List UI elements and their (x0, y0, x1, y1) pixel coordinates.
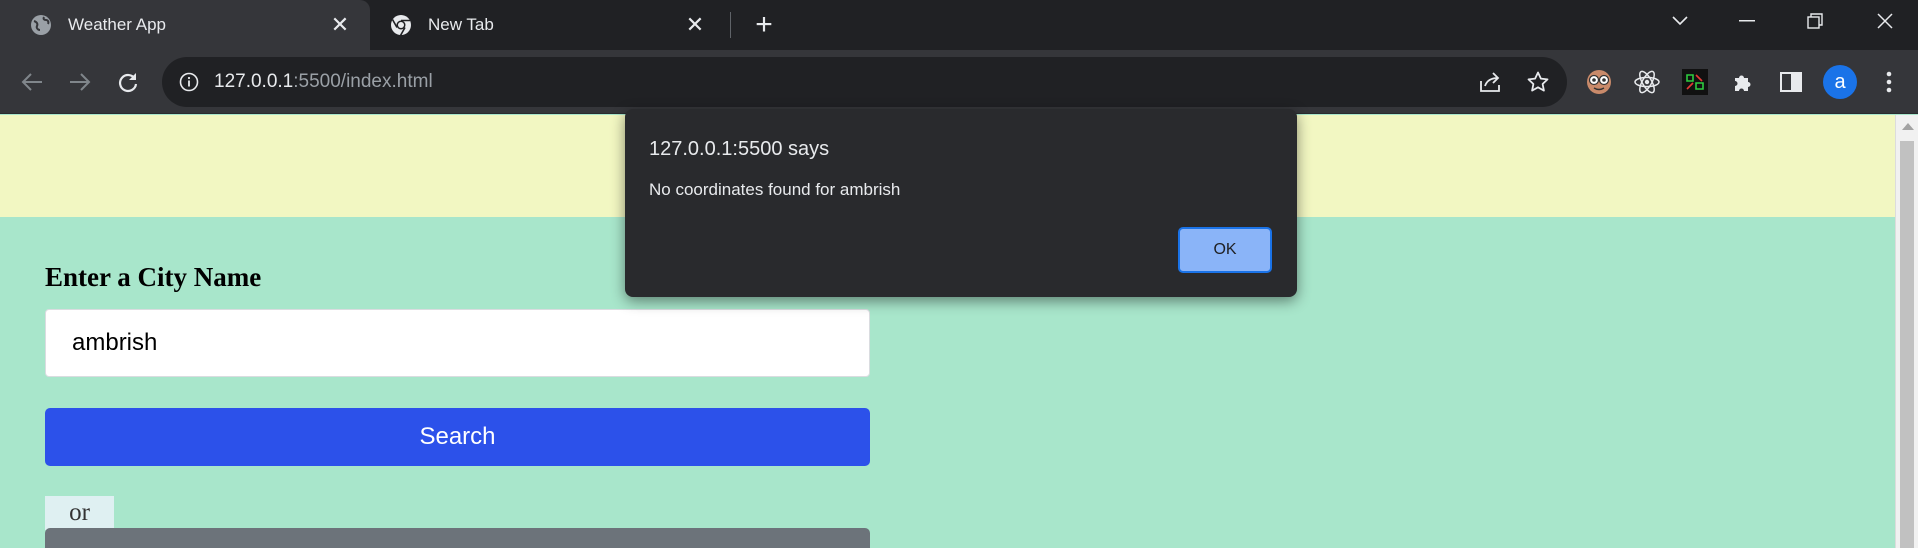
reload-icon[interactable] (108, 62, 148, 102)
tab-title: New Tab (428, 15, 494, 34)
globe-icon (30, 14, 52, 36)
extension-badge-icon[interactable] (1676, 63, 1714, 101)
extensions-puzzle-icon[interactable] (1724, 63, 1762, 101)
close-tab-icon[interactable]: ✕ (680, 10, 710, 40)
tab-weather-app[interactable]: Weather App ✕ (0, 0, 370, 50)
alert-message: No coordinates found for ambrish (649, 180, 901, 199)
close-window-icon[interactable] (1855, 0, 1915, 42)
close-tab-icon[interactable]: ✕ (325, 10, 355, 40)
scroll-up-arrow-icon[interactable] (1902, 123, 1914, 130)
site-info-icon[interactable] (178, 71, 200, 93)
new-tab-plus-icon[interactable]: + (745, 6, 783, 44)
tab-new-tab[interactable]: New Tab ✕ (375, 0, 725, 50)
or-separator: or (45, 496, 114, 530)
address-bar[interactable]: 127.0.0.1:5500/index.html (162, 57, 1567, 107)
extension-face-icon[interactable] (1580, 63, 1618, 101)
browser-tab-strip: Weather App ✕ New Tab ✕ + (0, 0, 1918, 50)
back-arrow-icon[interactable] (12, 62, 52, 102)
tab-search-chevron-icon[interactable] (1650, 0, 1710, 42)
tab-separator (730, 12, 731, 38)
city-name-label: Enter a City Name (45, 262, 262, 292)
url-path: :5500/index.html (293, 71, 433, 92)
city-name-input[interactable] (45, 309, 870, 377)
browser-toolbar: 127.0.0.1:5500/index.html a (0, 50, 1918, 114)
alert-ok-button[interactable]: OK (1178, 227, 1272, 273)
url-host: 127.0.0.1 (214, 71, 294, 92)
browser-menu-icon[interactable] (1870, 63, 1908, 101)
search-button[interactable]: Search (45, 408, 870, 466)
alert-dialog: 127.0.0.1:5500 says No coordinates found… (625, 109, 1297, 297)
react-devtools-icon[interactable] (1628, 63, 1666, 101)
chrome-icon (390, 14, 412, 36)
share-icon[interactable] (1477, 69, 1503, 95)
use-location-button[interactable] (45, 528, 870, 548)
restore-icon[interactable] (1785, 0, 1845, 42)
forward-arrow-icon[interactable] (60, 62, 100, 102)
side-panel-icon[interactable] (1772, 63, 1810, 101)
profile-avatar[interactable]: a (1823, 65, 1857, 99)
scroll-thumb[interactable] (1900, 141, 1914, 548)
address-url[interactable]: 127.0.0.1:5500/index.html (214, 71, 433, 93)
alert-title: 127.0.0.1:5500 says (649, 138, 830, 160)
minimize-icon[interactable] (1717, 0, 1777, 42)
bookmark-star-icon[interactable] (1525, 69, 1551, 95)
page-scrollbar[interactable] (1895, 115, 1918, 548)
tab-title: Weather App (68, 15, 166, 34)
